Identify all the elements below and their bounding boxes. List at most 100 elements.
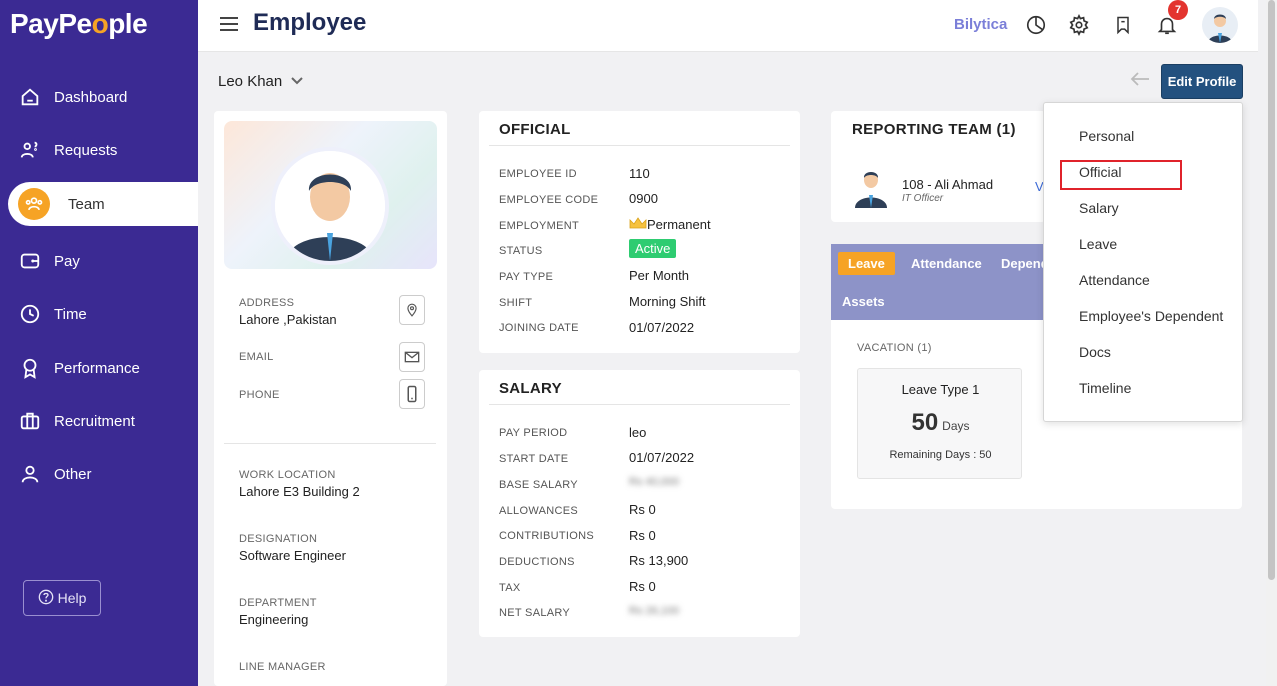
menu-item-salary[interactable]: Salary [1079, 200, 1119, 216]
brand-link[interactable]: Bilytica [954, 16, 1007, 33]
salary-divider [489, 404, 790, 405]
award-icon [18, 356, 42, 380]
salary-row-label: ALLOWANCES [499, 505, 579, 517]
menu-item-personal[interactable]: Personal [1079, 128, 1134, 144]
salary-row-label: DEDUCTIONS [499, 556, 575, 568]
page-scrollbar[interactable] [1266, 0, 1277, 686]
official-row-value: 110 [629, 166, 650, 181]
menu-item-timeline[interactable]: Timeline [1079, 380, 1131, 396]
menu-item-official[interactable]: Official [1079, 164, 1122, 180]
notification-badge: 7 [1168, 0, 1188, 20]
phone-label: PHONE [239, 389, 280, 401]
sidebar: PayPeople Dashboard Requests Team Pay Ti… [0, 0, 198, 686]
location-pin-icon [407, 303, 417, 317]
scrollbar-thumb[interactable] [1268, 0, 1275, 580]
location-pin-button[interactable] [399, 295, 425, 325]
salary-row-value: Rs 0 [629, 579, 656, 594]
sidebar-item-performance[interactable]: Performance [0, 346, 198, 390]
official-row-label: EMPLOYEE CODE [499, 194, 599, 206]
sidebar-item-label: Dashboard [54, 88, 128, 106]
sidebar-item-dashboard[interactable]: Dashboard [0, 75, 198, 119]
top-header: Employee Bilytica 7 [198, 0, 1258, 52]
official-title: OFFICIAL [499, 121, 571, 138]
sidebar-item-requests[interactable]: Requests [0, 128, 198, 172]
bookmark-icon[interactable] [1110, 12, 1136, 38]
salary-row-value: leo [629, 425, 647, 440]
official-row-label: STATUS [499, 245, 543, 257]
tab-leave[interactable]: Leave [838, 252, 895, 275]
sidebar-item-label: Time [54, 305, 87, 323]
salary-card: SALARY PAY PERIOD leo START DATE 01/07/2… [479, 370, 800, 637]
menu-item-docs[interactable]: Docs [1079, 344, 1111, 360]
designation-label: DESIGNATION [239, 533, 318, 545]
hamburger-menu-icon[interactable] [220, 17, 238, 31]
department-label: DEPARTMENT [239, 597, 317, 609]
reporting-team-title: REPORTING TEAM (1) [852, 121, 1016, 138]
salary-row-value: Rs 0 [629, 502, 656, 517]
menu-item-dependent[interactable]: Employee's Dependent [1079, 308, 1223, 324]
salary-row-label: START DATE [499, 453, 569, 465]
app-logo[interactable]: PayPeople [10, 8, 148, 40]
phone-button[interactable] [399, 379, 425, 409]
edit-profile-button[interactable]: Edit Profile [1161, 64, 1243, 99]
employee-name: Leo Khan [218, 73, 283, 90]
profile-photo [271, 147, 389, 265]
tab-attendance[interactable]: Attendance [911, 256, 982, 271]
leave-days-unit: Days [942, 419, 970, 433]
official-row-label: JOINING DATE [499, 322, 579, 334]
email-label: EMAIL [239, 351, 274, 363]
tab-dependents[interactable]: Depend [1001, 256, 1049, 271]
sidebar-item-other[interactable]: Other [0, 452, 198, 496]
leave-type-card[interactable]: Leave Type 1 50 Days Remaining Days : 50 [857, 368, 1022, 479]
team-member-role: IT Officer [902, 193, 944, 204]
sidebar-item-team[interactable]: Team [8, 182, 198, 226]
mail-icon [404, 351, 420, 363]
sidebar-item-time[interactable]: Time [0, 292, 198, 336]
sidebar-item-pay[interactable]: Pay [0, 239, 198, 283]
menu-item-attendance[interactable]: Attendance [1079, 272, 1150, 288]
sidebar-item-label: Recruitment [54, 412, 135, 430]
sidebar-item-recruitment[interactable]: Recruitment [0, 399, 198, 443]
official-row-value: Per Month [629, 268, 689, 283]
employment-value: Permanent [629, 217, 711, 232]
briefcase-icon [18, 409, 42, 433]
team-member-name[interactable]: 108 - Ali Ahmad [902, 177, 993, 192]
department-value: Engineering [239, 612, 309, 627]
sidebar-item-label: Team [68, 195, 105, 213]
salary-row-value: Rs 0 [629, 528, 656, 543]
back-arrow-icon[interactable] [1130, 70, 1150, 93]
leave-days: 50 Days [858, 409, 1023, 437]
phone-icon [407, 385, 417, 403]
salary-row-value: Rs 13,900 [629, 553, 689, 568]
user-avatar[interactable] [1202, 7, 1238, 43]
status-badge: Active [629, 239, 677, 258]
salary-row-label: NET SALARY [499, 607, 571, 619]
home-icon [18, 85, 42, 109]
crown-icon [629, 217, 647, 232]
pie-chart-icon[interactable] [1023, 12, 1049, 38]
help-button[interactable]: Help [23, 580, 101, 616]
gear-icon[interactable] [1066, 12, 1092, 38]
line-manager-label: LINE MANAGER [239, 661, 326, 673]
salary-row-label: TAX [499, 582, 521, 594]
menu-item-leave[interactable]: Leave [1079, 236, 1117, 252]
net-salary-value: Rs 26,100 [629, 605, 680, 617]
leave-remaining: Remaining Days : 50 [889, 449, 992, 461]
page-title: Employee [253, 9, 367, 36]
salary-row-value: 01/07/2022 [629, 450, 695, 465]
email-button[interactable] [399, 342, 425, 372]
profile-card: ADDRESS Lahore ,Pakistan EMAIL PHONE WOR… [214, 111, 447, 686]
reporting-team-card: REPORTING TEAM (1) 108 - Ali Ahmad IT Of… [831, 111, 1046, 222]
leave-type-name: Leave Type 1 [901, 382, 980, 397]
sidebar-item-label: Performance [54, 359, 140, 377]
tab-assets[interactable]: Assets [842, 294, 885, 309]
official-row-label: EMPLOYMENT [499, 220, 580, 232]
employee-selector[interactable]: Leo Khan [218, 73, 304, 90]
salary-row-label: CONTRIBUTIONS [499, 530, 594, 542]
status-badge-wrap: Active [629, 239, 677, 258]
designation-value: Software Engineer [239, 548, 346, 563]
work-location-value: Lahore E3 Building 2 [239, 484, 360, 499]
help-label: Help [57, 590, 87, 606]
team-member-avatar [851, 166, 891, 208]
user-icon [18, 462, 42, 486]
